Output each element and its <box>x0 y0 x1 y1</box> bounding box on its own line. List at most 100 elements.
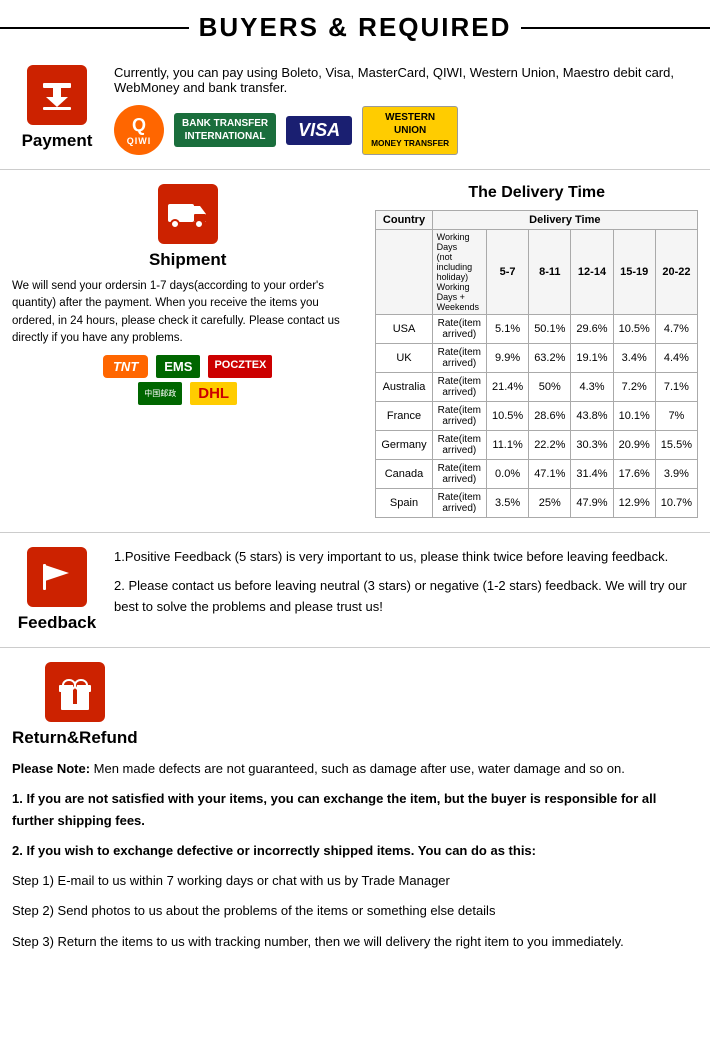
col-range-4: 15-19 <box>613 230 655 315</box>
shipment-svg-icon <box>166 196 210 232</box>
feedback-content: 1.Positive Feedback (5 stars) is very im… <box>114 547 698 633</box>
cell-value-1: 28.6% <box>529 402 571 431</box>
return-point1: 1. If you are not satisfied with your it… <box>12 788 698 832</box>
cell-value-3: 3.4% <box>613 344 655 373</box>
feedback-label: Feedback <box>18 613 96 633</box>
payment-label: Payment <box>22 131 93 151</box>
cell-value-2: 19.1% <box>571 344 613 373</box>
return-steps: Step 1) E-mail to us within 7 working da… <box>12 870 698 952</box>
delivery-title: The Delivery Time <box>375 184 698 202</box>
table-row: France Rate(item arrived) 10.5%28.6%43.8… <box>376 402 698 431</box>
cell-value-1: 50.1% <box>529 315 571 344</box>
cell-label: Rate(item arrived) <box>432 344 486 373</box>
payment-icon <box>27 65 87 125</box>
cell-label: Rate(item arrived) <box>432 373 486 402</box>
table-row: Australia Rate(item arrived) 21.4%50%4.3… <box>376 373 698 402</box>
payment-section-inner: Payment Currently, you can pay using Bol… <box>12 65 698 155</box>
cell-country: France <box>376 402 432 431</box>
cell-value-4: 3.9% <box>655 460 697 489</box>
col-country: Country <box>376 211 432 230</box>
delivery-table: Country Delivery Time Working Days(not i… <box>375 210 698 518</box>
return-refund-section: Return&Refund Please Note: Men made defe… <box>0 648 710 975</box>
return-content: Please Note: Men made defects are not gu… <box>12 758 698 953</box>
col-range-1: 5-7 <box>486 230 528 315</box>
col-delivery-time: Delivery Time <box>432 211 697 230</box>
cell-value-2: 30.3% <box>571 431 613 460</box>
header-line-left <box>0 27 189 29</box>
payment-svg-icon <box>39 77 75 113</box>
col-empty <box>376 230 432 315</box>
shipment-icon-col: Shipment We will send your ordersin 1-7 … <box>12 184 363 518</box>
return-note-text: Men made defects are not guaranteed, suc… <box>90 761 625 776</box>
shipment-body-text: We will send your ordersin 1-7 days(acco… <box>12 278 363 347</box>
cell-value-4: 7.1% <box>655 373 697 402</box>
return-note: Please Note: Men made defects are not gu… <box>12 758 698 780</box>
col-working-days: Working Days(not including holiday)Worki… <box>432 230 486 315</box>
cell-value-0: 21.4% <box>486 373 528 402</box>
bank-transfer-logo: BANK TRANSFERINTERNATIONAL <box>174 113 276 147</box>
cell-value-4: 10.7% <box>655 489 697 518</box>
chinapost-logo: 中国邮政 <box>138 382 182 405</box>
table-row: Germany Rate(item arrived) 11.1%22.2%30.… <box>376 431 698 460</box>
return-point1-text: 1. If you are not satisfied with your it… <box>12 791 656 828</box>
page-header: BUYERS & REQUIRED <box>0 0 710 51</box>
shipment-label: Shipment <box>149 250 226 270</box>
cell-label: Rate(item arrived) <box>432 402 486 431</box>
payment-section: Payment Currently, you can pay using Bol… <box>0 51 710 170</box>
table-row: Spain Rate(item arrived) 3.5%25%47.9%12.… <box>376 489 698 518</box>
cell-value-0: 11.1% <box>486 431 528 460</box>
shipment-icon <box>158 184 218 244</box>
cell-value-0: 3.5% <box>486 489 528 518</box>
cell-value-3: 7.2% <box>613 373 655 402</box>
cell-country: Germany <box>376 431 432 460</box>
cell-country: UK <box>376 344 432 373</box>
return-point2-text: 2. If you wish to exchange defective or … <box>12 843 536 858</box>
cell-value-4: 4.7% <box>655 315 697 344</box>
cell-value-0: 9.9% <box>486 344 528 373</box>
return-icon-col: Return&Refund <box>12 662 138 748</box>
cell-country: USA <box>376 315 432 344</box>
cell-value-2: 4.3% <box>571 373 613 402</box>
feedback-section: Feedback 1.Positive Feedback (5 stars) i… <box>0 533 710 648</box>
cell-value-3: 12.9% <box>613 489 655 518</box>
cell-value-2: 43.8% <box>571 402 613 431</box>
return-icon <box>45 662 105 722</box>
payment-logos: Q QIWI BANK TRANSFERINTERNATIONAL VISA W… <box>114 105 698 155</box>
cell-value-4: 4.4% <box>655 344 697 373</box>
cell-label: Rate(item arrived) <box>432 431 486 460</box>
return-step-3: Step 3) Return the items to us with trac… <box>12 931 698 953</box>
cell-value-2: 31.4% <box>571 460 613 489</box>
return-step-2: Step 2) Send photos to us about the prob… <box>12 900 698 922</box>
payment-icon-col: Payment <box>12 65 102 155</box>
col-range-5: 20-22 <box>655 230 697 315</box>
western-union-logo: WESTERNUNIONMONEY TRANSFER <box>362 106 458 155</box>
shipment-top: Shipment We will send your ordersin 1-7 … <box>12 184 698 518</box>
table-row: UK Rate(item arrived) 9.9%63.2%19.1%3.4%… <box>376 344 698 373</box>
return-top: Return&Refund <box>12 662 698 748</box>
cell-value-1: 25% <box>529 489 571 518</box>
pocztex-logo: POCZTEX <box>208 355 272 378</box>
table-header-row: Country Delivery Time <box>376 211 698 230</box>
tnt-logo: TNT <box>103 355 148 378</box>
cell-value-3: 10.5% <box>613 315 655 344</box>
feedback-point1: 1.Positive Feedback (5 stars) is very im… <box>114 547 698 568</box>
carrier-logos-2: 中国邮政 DHL <box>138 382 237 405</box>
ems-logo: EMS <box>156 355 200 378</box>
visa-logo: VISA <box>286 116 352 145</box>
cell-value-1: 63.2% <box>529 344 571 373</box>
cell-value-2: 29.6% <box>571 315 613 344</box>
cell-value-2: 47.9% <box>571 489 613 518</box>
table-row: Canada Rate(item arrived) 0.0%47.1%31.4%… <box>376 460 698 489</box>
cell-label: Rate(item arrived) <box>432 460 486 489</box>
qiwi-logo: Q QIWI <box>114 105 164 155</box>
return-label: Return&Refund <box>12 728 138 748</box>
dhl-logo: DHL <box>190 382 237 405</box>
shipment-right: The Delivery Time Country Delivery Time … <box>375 184 698 518</box>
cell-label: Rate(item arrived) <box>432 489 486 518</box>
return-point2: 2. If you wish to exchange defective or … <box>12 840 698 862</box>
cell-value-3: 20.9% <box>613 431 655 460</box>
cell-value-4: 7% <box>655 402 697 431</box>
header-line-right <box>521 27 710 29</box>
table-subheader-row: Working Days(not including holiday)Worki… <box>376 230 698 315</box>
cell-country: Australia <box>376 373 432 402</box>
